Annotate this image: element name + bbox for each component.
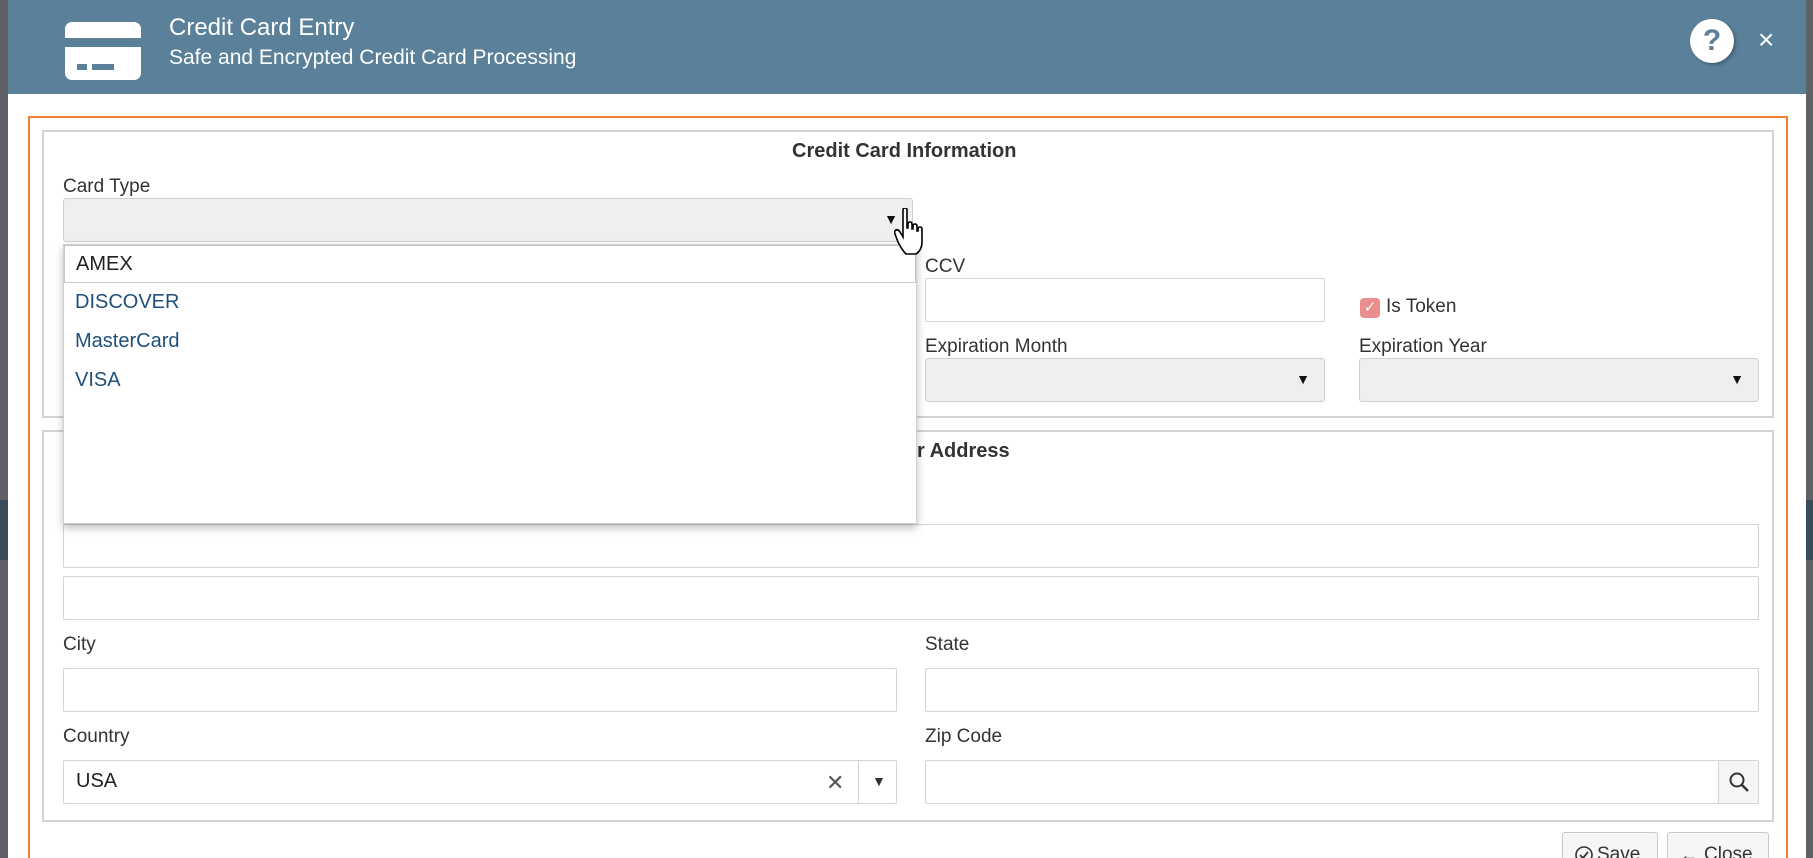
help-icon[interactable]: ? (1690, 19, 1734, 63)
modal-title: Credit Card Entry (169, 14, 355, 41)
country-dropdown-toggle[interactable]: ▼ (858, 761, 896, 803)
card-type-label: Card Type (63, 176, 151, 197)
backdrop-band (0, 500, 8, 560)
search-icon (1729, 772, 1749, 792)
credit-card-icon (65, 22, 141, 80)
backdrop-right (1806, 0, 1813, 858)
address-line-2-input[interactable] (63, 576, 1759, 620)
zip-search-button[interactable] (1718, 761, 1758, 803)
close-label: Close (1704, 844, 1753, 858)
backdrop-band (1806, 500, 1813, 560)
close-icon[interactable]: × (1758, 26, 1774, 54)
check-circle-icon (1575, 846, 1593, 858)
card-type-option[interactable]: VISA (64, 362, 916, 400)
chevron-down-icon: ▼ (872, 773, 886, 789)
city-label: City (63, 634, 96, 655)
expiration-month-select[interactable]: ▼ (925, 358, 1325, 402)
expiration-year-label: Expiration Year (1359, 336, 1487, 357)
save-button[interactable]: Save (1562, 832, 1658, 858)
hand-cursor-icon (894, 208, 923, 255)
chevron-down-icon: ▼ (1296, 371, 1310, 387)
chevron-down-icon: ▼ (1730, 371, 1744, 387)
card-type-option[interactable]: MasterCard (64, 323, 916, 361)
card-type-dropdown: AMEX DISCOVER MasterCard VISA (63, 244, 917, 524)
close-button[interactable]: ← Close (1667, 832, 1769, 858)
is-token-checkbox[interactable]: ✓ (1360, 298, 1380, 318)
ccv-label: CCV (925, 256, 966, 277)
state-label: State (925, 634, 970, 655)
card-type-option[interactable]: AMEX (64, 245, 916, 283)
address-line-1-input[interactable] (63, 524, 1759, 568)
country-label: Country (63, 726, 130, 747)
save-label: Save (1597, 844, 1641, 858)
backdrop-left (0, 0, 8, 858)
card-type-option[interactable]: DISCOVER (64, 284, 916, 322)
address-section-title: r Address (917, 440, 1010, 462)
card-type-select[interactable]: ▼ (63, 198, 913, 242)
credit-card-modal: Credit Card Entry Safe and Encrypted Cre… (8, 0, 1806, 858)
country-value: USA (76, 770, 118, 792)
country-combobox[interactable]: USA ✕ ▼ (63, 760, 897, 804)
expiration-year-select[interactable]: ▼ (1359, 358, 1759, 402)
credit-card-info-title: Credit Card Information (792, 140, 1017, 162)
clear-icon[interactable]: ✕ (826, 770, 844, 796)
arrow-left-icon: ← (1680, 845, 1698, 858)
modal-header: Credit Card Entry Safe and Encrypted Cre… (8, 0, 1806, 94)
ccv-input[interactable] (925, 278, 1325, 322)
zip-code-label: Zip Code (925, 726, 1003, 747)
expiration-month-label: Expiration Month (925, 336, 1068, 357)
state-input[interactable] (925, 668, 1759, 712)
zip-code-input[interactable] (925, 760, 1759, 804)
is-token-label: Is Token (1386, 296, 1457, 317)
city-input[interactable] (63, 668, 897, 712)
modal-subtitle: Safe and Encrypted Credit Card Processin… (169, 46, 577, 69)
